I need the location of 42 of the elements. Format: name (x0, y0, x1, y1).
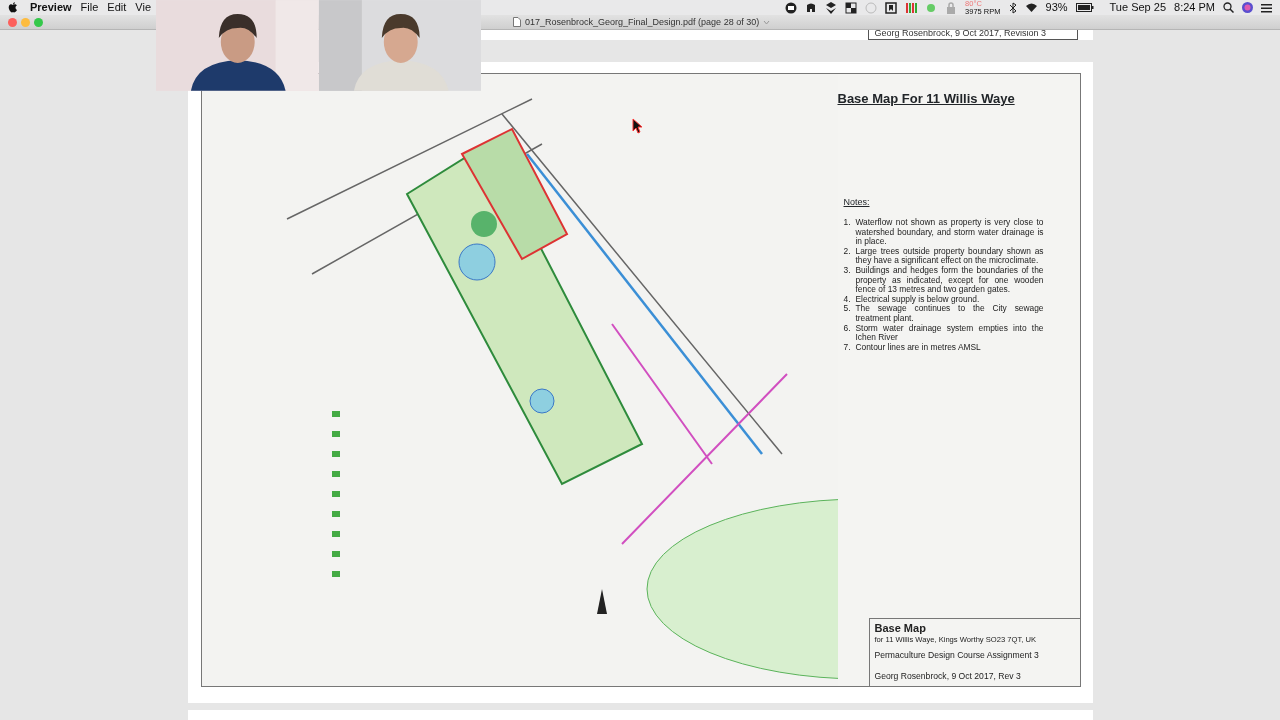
meter-icon[interactable] (905, 1, 918, 14)
menu-item[interactable]: Edit (107, 0, 127, 15)
menu-icon[interactable] (1261, 2, 1272, 13)
status-dot-icon[interactable] (925, 1, 938, 14)
note-number: 4. (843, 294, 851, 305)
note-text: The sewage continues to the City sewage treatment plant. (855, 304, 1044, 324)
grid-icon[interactable] (845, 1, 858, 14)
battery-icon[interactable] (1075, 3, 1094, 12)
note-text: Contour lines are in metres AMSL (855, 342, 982, 353)
note-text: Storm water drainage system empties into the Ichen River (855, 323, 1044, 343)
title-block-heading: Base Map (874, 623, 927, 634)
note-text: Large trees outside property boundary shown as they have a significant effect on the microclimate. (855, 246, 1044, 266)
note-number: 7. (843, 342, 851, 353)
note-number: 5. (843, 304, 851, 316)
app-menu[interactable]: Preview (30, 0, 72, 15)
search-icon[interactable] (1223, 2, 1234, 13)
note-number: 2. (843, 246, 851, 258)
note-number: 1. (843, 218, 851, 229)
course-line: Permaculture Design Course Assignment 3 (874, 649, 1040, 663)
battery-percentage: 93% (1045, 0, 1068, 15)
window-title: 017_Rosenbrock_Georg_Final_Design.pdf (page 28 of 30) (525, 15, 760, 29)
note-text: Electrical supply is below ground. (855, 294, 980, 305)
bookmark-icon[interactable] (885, 1, 898, 14)
note-text: Buildings and hedges form the boundaries of the property as indicated, except for one wooden fence of 13 metres and two garden gates. (855, 265, 1044, 295)
wifi-icon[interactable] (1024, 2, 1038, 13)
record-icon[interactable] (785, 1, 798, 14)
clock-date[interactable]: Tue Sep 25 (1109, 0, 1167, 15)
siri-icon[interactable] (1242, 2, 1253, 13)
author-line: Georg Rosenbrock, 9 Oct 2017, Rev 3 (874, 670, 1022, 684)
note-text: Waterflow not shown as property is very close to watershed boundary, and storm water drainage is in place. (855, 218, 1044, 247)
document-icon (513, 17, 521, 27)
menu-item[interactable]: Vie (135, 0, 151, 15)
note-number: 6. (843, 323, 851, 335)
page-title: Base Map For 11 Willis Waye (837, 90, 1016, 108)
clock-time[interactable]: 8:24 PM (1174, 0, 1215, 15)
notes-heading: Notes: (843, 195, 871, 209)
author-line: Georg Rosenbrock, 9 Oct 2017, Revision 3 (874, 30, 1047, 38)
pointer-icon (632, 118, 644, 134)
bluetooth-icon[interactable] (1008, 1, 1017, 14)
apple-icon[interactable] (8, 2, 18, 13)
menu-item[interactable]: File (80, 0, 99, 15)
note-number: 3. (843, 265, 851, 277)
